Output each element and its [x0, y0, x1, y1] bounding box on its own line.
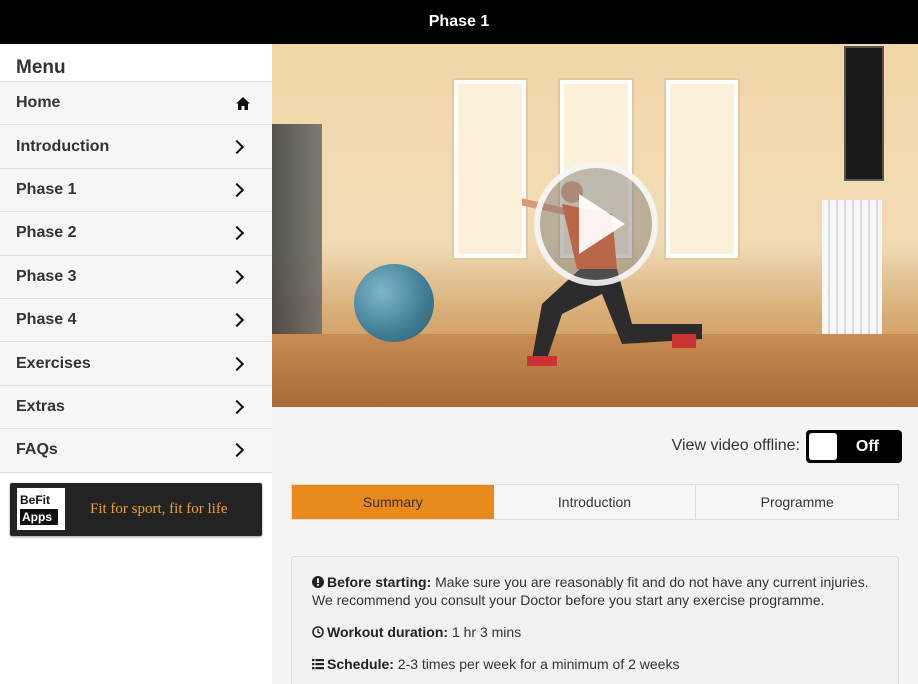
list-icon — [312, 659, 324, 670]
sidebar-item-label: Phase 4 — [16, 311, 77, 329]
video-scene-shelf — [272, 124, 322, 354]
sidebar-item-extras[interactable]: Extras — [0, 385, 272, 430]
clock-icon — [312, 626, 324, 638]
sidebar: Menu Home Introduction Phase 1 Phase 2 P… — [0, 44, 272, 684]
play-icon — [579, 194, 625, 254]
sidebar-item-label: Exercises — [16, 354, 91, 372]
chevron-right-icon — [229, 269, 245, 284]
sidebar-item-label: Home — [16, 94, 61, 112]
summary-panel: Before starting: Make sure you are reaso… — [291, 556, 899, 684]
tab-programme[interactable]: Programme — [696, 485, 899, 519]
toggle-knob — [809, 432, 837, 460]
video-scene-exercise-ball — [354, 264, 434, 342]
home-icon — [236, 96, 250, 110]
sidebar-item-phase-4[interactable]: Phase 4 — [0, 298, 272, 343]
sidebar-item-phase-1[interactable]: Phase 1 — [0, 168, 272, 213]
chevron-right-icon — [229, 139, 245, 154]
sidebar-item-home[interactable]: Home — [0, 82, 272, 126]
sidebar-item-faqs[interactable]: FAQs — [0, 429, 272, 473]
offline-label: View video offline: — [671, 437, 800, 454]
menu-title: Menu — [0, 44, 272, 82]
sidebar-item-label: Phase 3 — [16, 267, 77, 285]
banner-tagline: Fit for sport, fit for life — [90, 500, 228, 517]
sidebar-item-label: Phase 2 — [16, 224, 77, 242]
sidebar-item-phase-2[interactable]: Phase 2 — [0, 212, 272, 256]
top-bar: Phase 1 — [0, 0, 918, 44]
schedule-paragraph: Schedule: 2-3 times per week for a minim… — [312, 655, 879, 673]
play-button[interactable] — [534, 162, 658, 286]
workout-duration-paragraph: Workout duration: 1 hr 3 mins — [312, 623, 879, 641]
video-player[interactable] — [272, 44, 918, 407]
page-title: Phase 1 — [428, 13, 490, 30]
offline-row: View video offline: Off — [272, 429, 918, 463]
chevron-right-icon — [229, 226, 245, 241]
sidebar-item-label: Extras — [16, 397, 65, 415]
video-scene-radiator — [822, 200, 882, 335]
befit-apps-logo: BeFit Apps — [17, 488, 65, 531]
offline-toggle[interactable]: Off — [806, 429, 902, 463]
sidebar-item-label: Introduction — [16, 137, 110, 155]
chevron-right-icon — [229, 399, 245, 414]
sidebar-item-phase-3[interactable]: Phase 3 — [0, 255, 272, 299]
chevron-right-icon — [229, 443, 245, 458]
sidebar-item-introduction[interactable]: Introduction — [0, 125, 272, 169]
video-scene-window — [454, 80, 526, 258]
befit-apps-banner[interactable]: BeFit Apps Fit for sport, fit for life — [10, 482, 262, 536]
tab-bar: Summary Introduction Programme — [291, 484, 899, 520]
tab-summary[interactable]: Summary — [292, 485, 494, 519]
before-starting-paragraph: Before starting: Make sure you are reaso… — [312, 574, 869, 608]
sidebar-item-exercises[interactable]: Exercises — [0, 342, 272, 386]
sidebar-item-label: Phase 1 — [16, 180, 77, 198]
sidebar-item-label: FAQs — [16, 441, 58, 459]
video-scene-poster — [844, 46, 884, 181]
chevron-right-icon — [229, 182, 245, 198]
exclamation-circle-icon — [312, 576, 324, 588]
chevron-right-icon — [229, 313, 245, 328]
toggle-state: Off — [855, 437, 879, 455]
tab-introduction[interactable]: Introduction — [493, 485, 697, 519]
chevron-right-icon — [229, 356, 245, 371]
